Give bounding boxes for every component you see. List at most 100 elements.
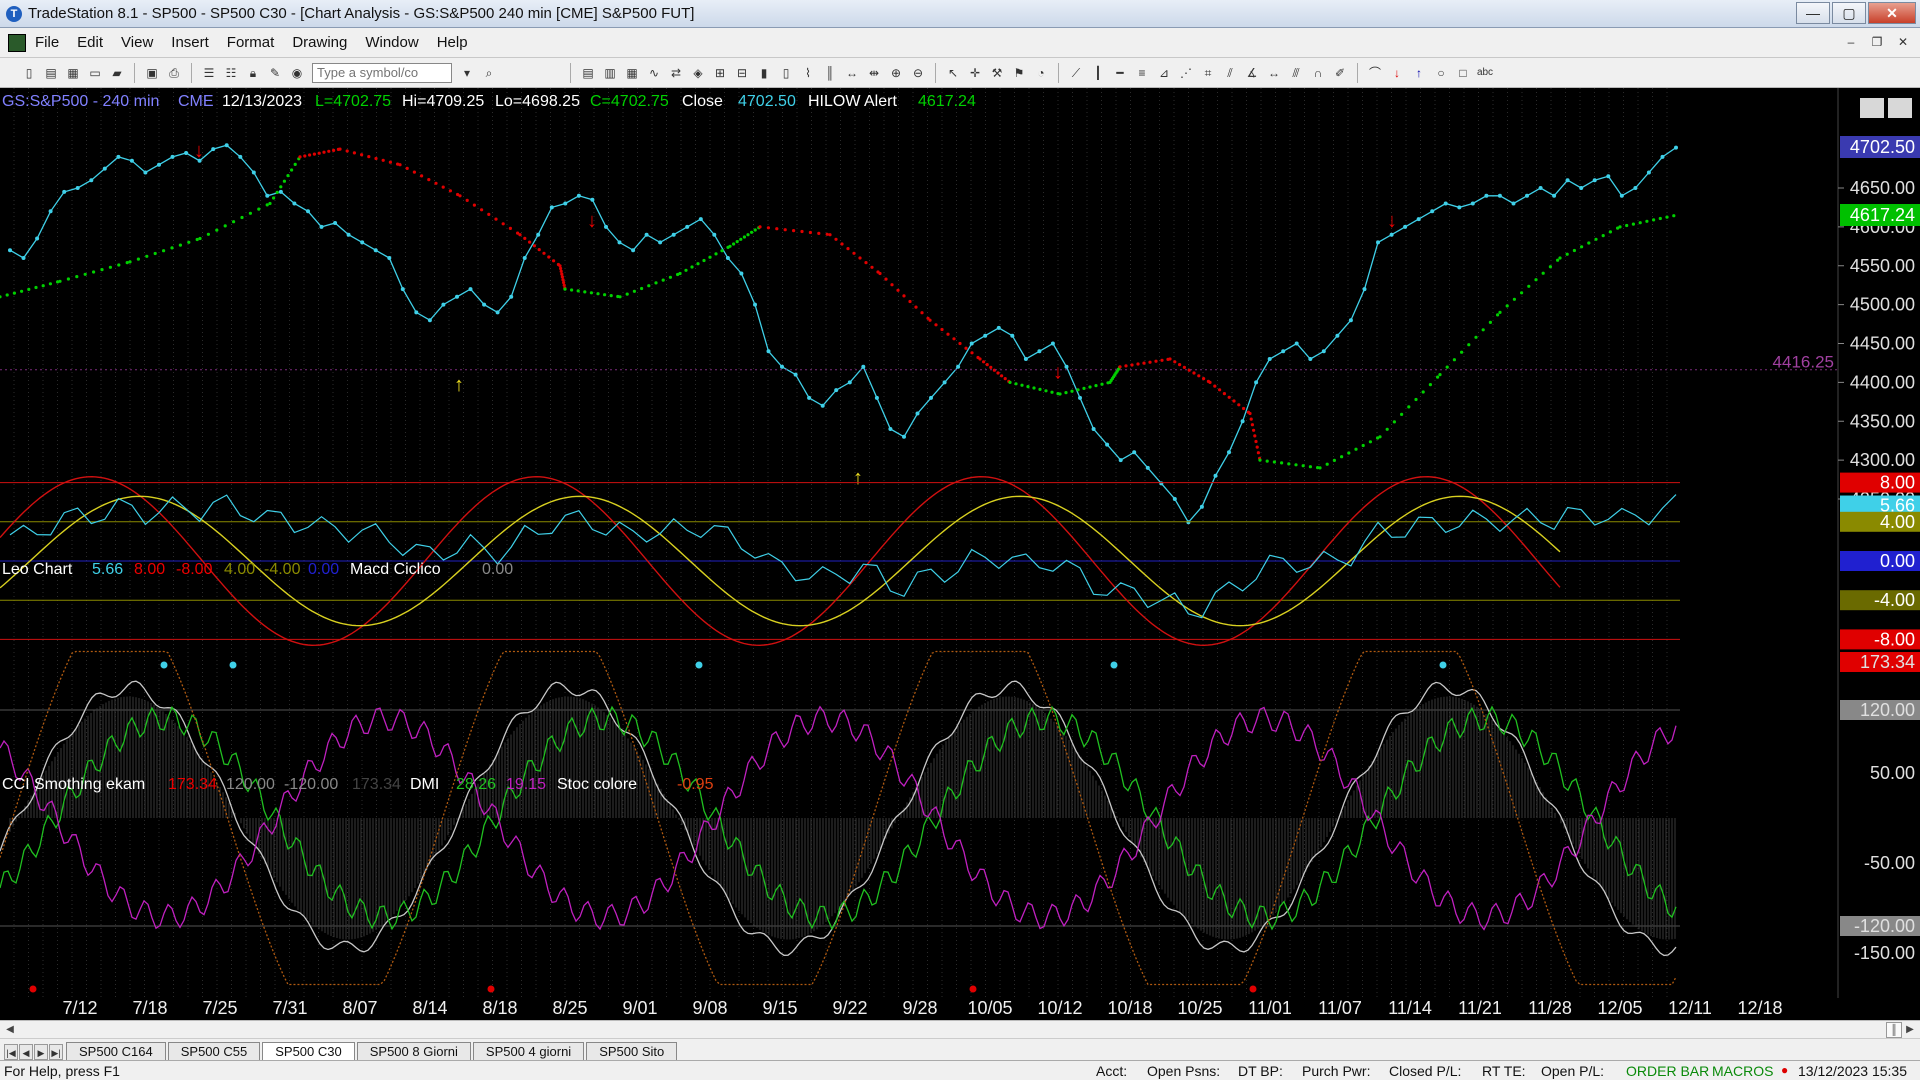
horizontal-line-icon[interactable]: ━	[1111, 64, 1129, 82]
line-style-icon[interactable]: ⌇	[799, 64, 817, 82]
zoom-in-icon[interactable]: ⊕	[887, 64, 905, 82]
tab-sp500-c55[interactable]: SP500 C55	[167, 1042, 261, 1060]
open-workspace-icon[interactable]: ▤	[42, 64, 60, 82]
document-icon[interactable]	[8, 33, 26, 52]
cycle-icon[interactable]: ∩	[1309, 64, 1327, 82]
menu-format[interactable]: Format	[218, 34, 284, 51]
price-point	[143, 170, 148, 175]
price-point	[89, 178, 94, 183]
fan-lines-icon[interactable]: ⋰	[1177, 64, 1195, 82]
tab-sp500-sito[interactable]: SP500 Sito	[586, 1042, 678, 1060]
price-point	[495, 310, 500, 315]
menu-insert[interactable]: Insert	[162, 34, 218, 51]
open-folder-icon[interactable]: ▰	[108, 64, 126, 82]
chart-analysis-window[interactable]: 4416.25 ↓ ↓ ↑ ↑ ↓ ↓ 4650.00 4600.00 4550.00 4500.…	[0, 88, 1920, 1028]
strategy-icon[interactable]: ⊟	[733, 64, 751, 82]
pen-icon[interactable]: ✐	[1331, 64, 1349, 82]
horizontal-scrollbar[interactable]: ◀ ║ ▶	[0, 1020, 1920, 1038]
timer-icon[interactable]: ◔	[1032, 64, 1050, 82]
scroll-thumb[interactable]: ║	[1886, 1022, 1902, 1038]
alert-icon[interactable]: ⚑	[1010, 64, 1028, 82]
hilow-up-dot	[293, 162, 297, 166]
bar-style-icon[interactable]: ▮	[755, 64, 773, 82]
scanner-icon[interactable]: ⇄	[667, 64, 685, 82]
symbol-dropdown-icon[interactable]: ▾	[458, 64, 476, 82]
globe-icon[interactable]: ◉	[288, 64, 306, 82]
candle-icon[interactable]: ▯	[777, 64, 795, 82]
tab-sp500-4-giorni[interactable]: SP500 4 giorni	[472, 1042, 585, 1060]
arrow-down-icon[interactable]: ↓	[1388, 64, 1406, 82]
hilow-down-dot	[808, 230, 813, 235]
text-icon[interactable]: abc	[1476, 64, 1494, 82]
trendline-icon[interactable]: ⟋	[1067, 64, 1085, 82]
menu-view[interactable]: View	[112, 34, 162, 51]
order-bar-button[interactable]: ORDER BAR	[1626, 1063, 1709, 1079]
maximize-button[interactable]: ▢	[1832, 2, 1866, 24]
paint-icon[interactable]: ✎	[266, 64, 284, 82]
scroll-right-icon[interactable]: ▶	[1902, 1022, 1918, 1038]
save-icon[interactable]: ▣	[143, 64, 161, 82]
matrix-window-icon[interactable]: ▦	[623, 64, 641, 82]
cci-header-v2: 120.00	[226, 776, 275, 793]
rectangle-icon[interactable]: □	[1454, 64, 1472, 82]
panel-restore-icon[interactable]	[1888, 98, 1912, 118]
curve-icon[interactable]: ⌒	[1366, 64, 1384, 82]
new-icon[interactable]: ▯	[20, 64, 38, 82]
print-icon[interactable]: ⎙	[165, 64, 183, 82]
lock-icon[interactable]: 🔒︎	[244, 64, 262, 82]
macros-button[interactable]: MACROS	[1712, 1063, 1773, 1079]
chart-window-icon[interactable]: ▤	[579, 64, 597, 82]
symbol-input[interactable]	[312, 62, 452, 83]
ellipse-icon[interactable]: ○	[1432, 64, 1450, 82]
save-workspace-icon[interactable]: ▦	[64, 64, 82, 82]
binoculars-icon[interactable]: ⌕	[480, 64, 498, 82]
panel-minimize-icon[interactable]	[1860, 98, 1884, 118]
price-point	[1010, 333, 1015, 338]
close-button[interactable]: ✕	[1868, 2, 1916, 24]
arrow-line-icon[interactable]: ↔	[1265, 64, 1283, 82]
tab-last-icon[interactable]: ▶|	[49, 1044, 63, 1060]
crosshair-icon[interactable]: ✛	[966, 64, 984, 82]
zoom-out-icon[interactable]: ⊖	[909, 64, 927, 82]
mdi-minimize-icon[interactable]: –	[1840, 33, 1862, 51]
menu-file[interactable]: File	[26, 34, 68, 51]
tab-sp500-c164[interactable]: SP500 C164	[66, 1042, 166, 1060]
pointer-icon[interactable]: ↖	[944, 64, 962, 82]
tab-next-icon[interactable]: ▶	[34, 1044, 48, 1060]
menu-drawing[interactable]: Drawing	[283, 34, 356, 51]
layout-icon[interactable]: ☰	[200, 64, 218, 82]
retracement-icon[interactable]: ≡	[1133, 64, 1151, 82]
gann-icon[interactable]: ⌗	[1199, 64, 1217, 82]
tab-sp500-c30[interactable]: SP500 C30	[262, 1042, 355, 1060]
tab-first-icon[interactable]: |◀	[4, 1044, 18, 1060]
channel-icon[interactable]: ⫽	[1221, 64, 1239, 82]
tab-prev-icon[interactable]: ◀	[19, 1044, 33, 1060]
menu-help[interactable]: Help	[428, 34, 477, 51]
mdi-restore-icon[interactable]: ❐	[1866, 33, 1888, 51]
hilow-down-dot	[374, 156, 378, 161]
tools-icon[interactable]: ⚒	[988, 64, 1006, 82]
speed-lines-icon[interactable]: ⊿	[1155, 64, 1173, 82]
minimize-button[interactable]: —	[1796, 2, 1830, 24]
scroll-left-icon[interactable]: ◀	[2, 1022, 18, 1038]
vertical-line-icon[interactable]: ┃	[1089, 64, 1107, 82]
parallel-icon[interactable]: ⫻	[1287, 64, 1305, 82]
compress-icon[interactable]: ⇹	[865, 64, 883, 82]
layout2-icon[interactable]: ☷	[222, 64, 240, 82]
arrow-up-icon[interactable]: ↑	[1410, 64, 1428, 82]
tab-sp500-8-giorni[interactable]: SP500 8 Giorni	[356, 1042, 471, 1060]
menu-window[interactable]: Window	[356, 34, 427, 51]
radar-window-icon[interactable]: ▥	[601, 64, 619, 82]
volume-icon[interactable]: ║	[821, 64, 839, 82]
mdi-close-icon[interactable]: ✕	[1892, 33, 1914, 51]
chart-canvas[interactable]: 4416.25↓↓↑↑↓↓ 4650.004600.004550.004500.…	[0, 88, 1920, 1020]
options-icon[interactable]: ∿	[645, 64, 663, 82]
regression-icon[interactable]: ∡	[1243, 64, 1261, 82]
new-window-icon[interactable]: ▭	[86, 64, 104, 82]
format-icon[interactable]: ⊞	[711, 64, 729, 82]
hilow-down-dot	[317, 151, 321, 155]
hilow-down-dot	[825, 232, 829, 236]
insert-study-icon[interactable]: ◈	[689, 64, 707, 82]
expand-icon[interactable]: ↔	[843, 64, 861, 82]
menu-edit[interactable]: Edit	[68, 34, 112, 51]
